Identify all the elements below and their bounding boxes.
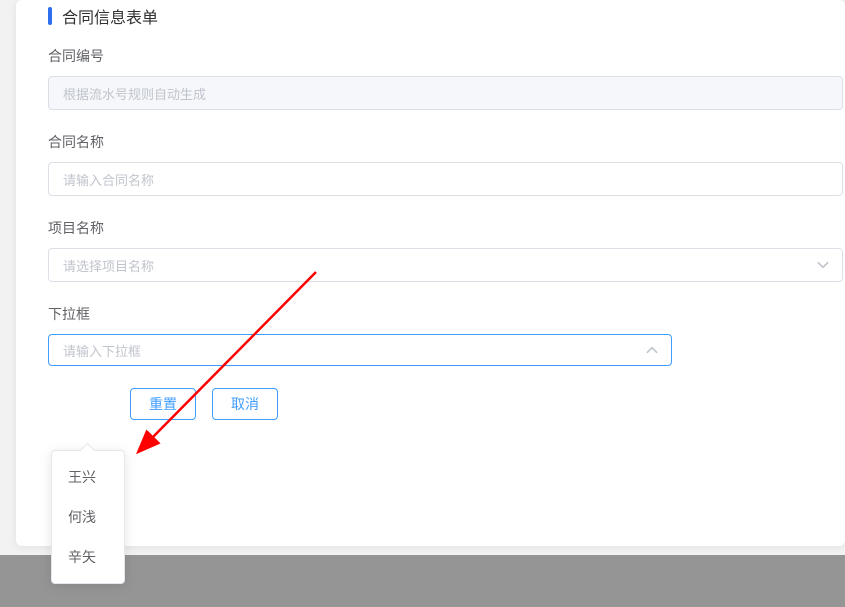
dropdown-option-0[interactable]: 王兴 [52, 457, 124, 497]
chevron-up-icon [645, 343, 659, 357]
input-contract-name[interactable]: 请输入合同名称 [48, 162, 843, 196]
input-contract-no: 根据流水号规则自动生成 [48, 76, 843, 110]
dropdown-option-1[interactable]: 何浅 [52, 497, 124, 537]
placeholder-dropdown: 请输入下拉框 [63, 341, 141, 360]
form-title-row: 合同信息表单 [48, 4, 845, 28]
title-accent-bar [48, 7, 52, 25]
placeholder-contract-name: 请输入合同名称 [63, 170, 154, 189]
dropdown-panel: 王兴 何浅 辛矢 [51, 450, 125, 584]
form-title: 合同信息表单 [62, 4, 158, 28]
field-contract-name: 合同名称 请输入合同名称 [48, 132, 845, 196]
label-contract-no: 合同编号 [48, 46, 845, 66]
cancel-button[interactable]: 取消 [212, 388, 278, 420]
field-project-name: 项目名称 请选择项目名称 [48, 218, 845, 282]
select-project-name[interactable]: 请选择项目名称 [48, 248, 843, 282]
label-dropdown: 下拉框 [48, 304, 845, 324]
button-row: 占位 重置 取消 [48, 388, 845, 420]
field-dropdown: 下拉框 请输入下拉框 [48, 304, 845, 366]
label-project-name: 项目名称 [48, 218, 845, 238]
chevron-down-icon [816, 258, 830, 272]
field-contract-no: 合同编号 根据流水号规则自动生成 [48, 46, 845, 110]
reset-button[interactable]: 重置 [130, 388, 196, 420]
label-contract-name: 合同名称 [48, 132, 845, 152]
form-card: 合同信息表单 合同编号 根据流水号规则自动生成 合同名称 请输入合同名称 项目名… [16, 0, 845, 546]
placeholder-contract-no: 根据流水号规则自动生成 [63, 84, 206, 103]
dropdown-input[interactable]: 请输入下拉框 [48, 334, 672, 366]
placeholder-project-name: 请选择项目名称 [63, 256, 154, 275]
dropdown-option-2[interactable]: 辛矢 [52, 537, 124, 577]
